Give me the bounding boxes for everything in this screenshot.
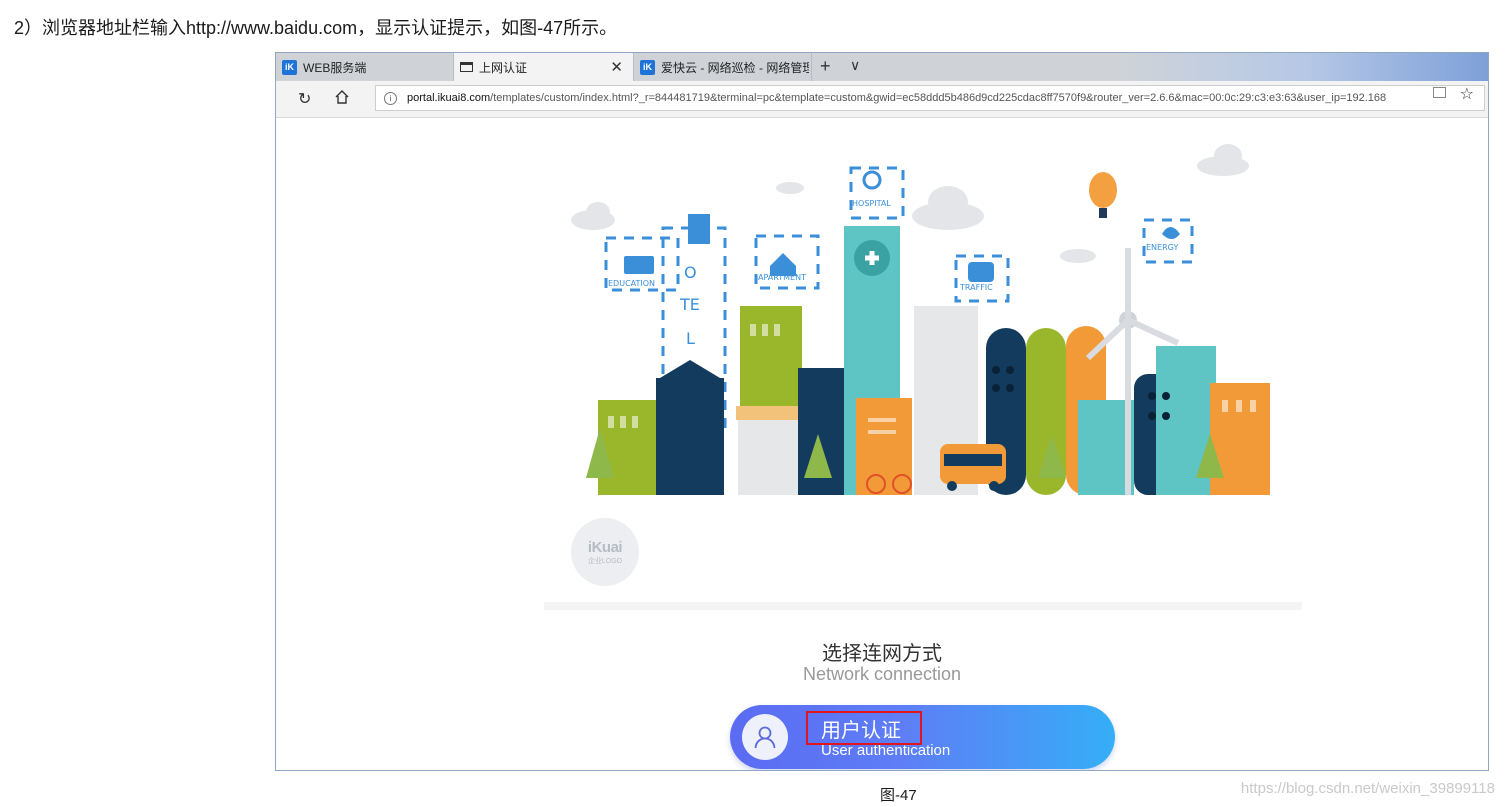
address-url[interactable]: portal.ikuai8.com/templates/custom/index… — [407, 92, 1427, 104]
logo-subtext: 企业LOGO — [587, 557, 623, 565]
close-tab-icon[interactable]: ✕ — [610, 58, 623, 76]
label-hotel-3: L — [686, 329, 695, 348]
url-path: /templates/custom/index.html?_r=84448171… — [490, 92, 1387, 104]
url-host: portal.ikuai8.com — [407, 92, 491, 104]
ikuai-icon: iK — [282, 59, 297, 75]
logo-brand: iKuai — [587, 538, 623, 556]
tab-list-chevron-icon[interactable]: ∨ — [850, 57, 860, 74]
label-traffic: TRAFFIC — [959, 283, 993, 292]
home-icon[interactable] — [334, 89, 350, 110]
tab-label: 爱快云 - 网络巡检 - 网络管理 — [661, 60, 809, 75]
user-icon — [742, 714, 788, 760]
city-illustration: EDUCATION O TE L APARTMENT HOSPITAL TRAF… — [568, 144, 1278, 498]
browser-toolbar: ↻ i portal.ikuai8.com/templates/custom/i… — [276, 81, 1488, 118]
company-logo: iKuai 企业LOGO — [571, 518, 639, 586]
label-hotel-2: TE — [679, 295, 700, 314]
browser-window: iK WEB服务端 上网认证 ✕ iK 爱快云 - 网络巡检 - 网络管理 + … — [275, 52, 1489, 771]
page-icon — [460, 62, 473, 72]
tab-web-server[interactable]: iK WEB服务端 — [276, 53, 454, 81]
tab-bar: iK WEB服务端 上网认证 ✕ iK 爱快云 - 网络巡检 - 网络管理 + … — [276, 53, 1488, 81]
section-title: 选择连网方式 — [822, 643, 942, 665]
portal-page: EDUCATION O TE L APARTMENT HOSPITAL TRAF… — [276, 118, 1488, 770]
reader-view-icon[interactable] — [1433, 87, 1446, 98]
figure-caption: 图-47 — [880, 787, 917, 804]
refresh-icon[interactable]: ↻ — [298, 89, 311, 109]
section-divider — [544, 602, 1302, 610]
section-subtitle: Network connection — [802, 664, 962, 684]
tab-label: 上网认证 — [479, 60, 528, 75]
watermark: https://blog.csdn.net/weixin_39899118 — [1240, 780, 1495, 797]
document-step-text: 2）浏览器地址栏输入http://www.baidu.com，显示认证提示，如图… — [14, 18, 618, 38]
tab-portal-auth[interactable]: 上网认证 ✕ — [454, 53, 634, 81]
site-info-icon[interactable]: i — [384, 91, 397, 105]
label-education: EDUCATION — [608, 279, 655, 288]
user-authentication-button[interactable]: 用户认证 User authentication — [730, 705, 1115, 769]
new-tab-button[interactable]: + — [820, 56, 831, 77]
label-hospital: HOSPITAL — [852, 199, 891, 208]
address-bar[interactable]: i portal.ikuai8.com/templates/custom/ind… — [375, 85, 1485, 111]
ikuai-icon: iK — [640, 59, 655, 75]
label-energy: ENERGY — [1146, 243, 1178, 252]
tab-label: WEB服务端 — [303, 60, 367, 75]
red-highlight-box — [806, 711, 922, 745]
tab-ikuai-cloud[interactable]: iK 爱快云 - 网络巡检 - 网络管理 — [634, 53, 812, 81]
star-icon[interactable]: ☆ — [1460, 84, 1474, 104]
label-hotel-1: O — [684, 263, 697, 282]
